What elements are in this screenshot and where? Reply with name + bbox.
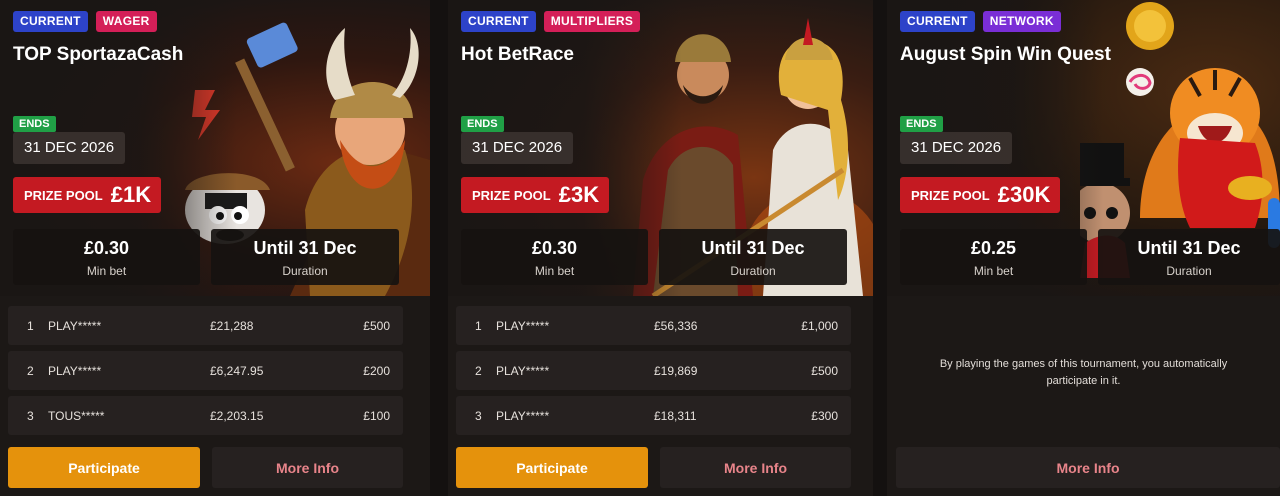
prize-pool-label: PRIZE POOL <box>24 187 103 203</box>
min-bet-value: £0.30 <box>83 238 130 258</box>
prize-pool-label: PRIZE POOL <box>472 187 551 203</box>
rank: 1 <box>27 319 34 333</box>
player-name: PLAY***** <box>496 409 550 423</box>
tournament-card-sportazacash[interactable]: CURRENT WAGER TOP SportazaCash ENDS 31 D… <box>0 0 430 496</box>
player-prize: £500 <box>363 319 390 333</box>
player-prize: £100 <box>363 409 390 423</box>
min-bet-label: Min bet <box>86 264 127 278</box>
tag-current: CURRENT <box>461 11 536 32</box>
duration-stat: Until 31 Dec Duration <box>659 229 847 285</box>
player-name: TOUS***** <box>48 409 105 423</box>
ends-date: 31 DEC 2026 <box>461 132 574 164</box>
table-row: 3 PLAY***** £18,311 £300 <box>456 396 851 435</box>
table-row: 2 PLAY***** £19,869 £500 <box>456 351 851 390</box>
rank: 3 <box>27 409 34 423</box>
leaderboard: 1 PLAY***** £21,288 £500 2 PLAY***** £6,… <box>8 306 403 441</box>
duration-label: Duration <box>730 264 776 278</box>
rank: 2 <box>475 364 482 378</box>
min-bet-label: Min bet <box>534 264 575 278</box>
prize-pool-value: £1K <box>110 182 152 207</box>
table-row: 1 PLAY***** £21,288 £500 <box>8 306 403 345</box>
duration-stat: Until 31 Dec Duration <box>211 229 399 285</box>
leaderboard: 1 PLAY***** £56,336 £1,000 2 PLAY***** £… <box>456 306 851 441</box>
player-prize: £200 <box>363 364 390 378</box>
min-bet-stat: £0.25 Min bet <box>900 229 1087 285</box>
min-bet-value: £0.30 <box>531 238 578 258</box>
prize-pool-value: £30K <box>997 182 1051 207</box>
min-bet-value: £0.25 <box>970 238 1017 258</box>
ends-badge: ENDS <box>13 116 56 132</box>
player-name: PLAY***** <box>48 364 102 378</box>
more-info-button[interactable]: More Info <box>212 447 403 488</box>
duration-stat: Until 31 Dec Duration <box>1098 229 1280 285</box>
prize-pool-label: PRIZE POOL <box>911 187 990 203</box>
rank: 3 <box>475 409 482 423</box>
player-name: PLAY***** <box>496 364 550 378</box>
tag-wager: WAGER <box>95 11 157 32</box>
auto-participation-text: By playing the games of this tournament,… <box>939 358 1228 387</box>
duration-value: Until 31 Dec <box>701 238 805 258</box>
prize-pool-badge: PRIZE POOL £3K <box>461 177 610 213</box>
table-row: 2 PLAY***** £6,247.95 £200 <box>8 351 403 390</box>
duration-label: Duration <box>1166 264 1212 278</box>
tag-list: CURRENT NETWORK <box>900 11 1061 32</box>
player-score: £6,247.95 <box>210 364 264 378</box>
tag-list: CURRENT WAGER <box>13 11 157 32</box>
player-name: PLAY***** <box>496 319 550 333</box>
prize-pool-badge: PRIZE POOL £30K <box>900 177 1061 213</box>
card-title: Hot BetRace <box>461 44 574 65</box>
player-score: £2,203.15 <box>210 409 264 423</box>
tag-current: CURRENT <box>13 11 88 32</box>
duration-label: Duration <box>282 264 328 278</box>
tag-multipliers: MULTIPLIERS <box>543 11 641 32</box>
table-row: 1 PLAY***** £56,336 £1,000 <box>456 306 851 345</box>
player-score: £21,288 <box>210 319 254 333</box>
table-row: 3 TOUS***** £2,203.15 £100 <box>8 396 403 435</box>
duration-value: Until 31 Dec <box>253 238 357 258</box>
min-bet-stat: £0.30 Min bet <box>13 229 200 285</box>
player-prize: £500 <box>811 364 838 378</box>
min-bet-label: Min bet <box>973 264 1014 278</box>
card-title: August Spin Win Quest <box>900 44 1111 65</box>
prize-pool-badge: PRIZE POOL £1K <box>13 177 162 213</box>
card-title: TOP SportazaCash <box>13 44 184 65</box>
tag-list: CURRENT MULTIPLIERS <box>461 11 641 32</box>
rank: 2 <box>27 364 34 378</box>
more-info-button[interactable]: More Info <box>896 447 1280 488</box>
ends-badge: ENDS <box>900 116 943 132</box>
more-info-button[interactable]: More Info <box>660 447 851 488</box>
ends-date: 31 DEC 2026 <box>900 132 1013 164</box>
player-prize: £1,000 <box>801 319 838 333</box>
prize-pool-value: £3K <box>558 182 600 207</box>
ends-badge: ENDS <box>461 116 504 132</box>
participate-button[interactable]: Participate <box>8 447 200 488</box>
tag-network: NETWORK <box>982 11 1061 32</box>
player-score: £18,311 <box>654 409 697 423</box>
player-prize: £300 <box>811 409 838 423</box>
min-bet-stat: £0.30 Min bet <box>461 229 648 285</box>
duration-value: Until 31 Dec <box>1137 238 1241 258</box>
player-score: £19,869 <box>654 364 698 378</box>
player-score: £56,336 <box>654 319 698 333</box>
rank: 1 <box>475 319 482 333</box>
ends-date: 31 DEC 2026 <box>13 132 126 164</box>
tournament-card-august-spin-win-quest[interactable]: CURRENT NETWORK August Spin Win Quest EN… <box>887 0 1280 496</box>
tournament-card-hot-betrace[interactable]: CURRENT MULTIPLIERS Hot BetRace ENDS 31 … <box>448 0 873 496</box>
tag-current: CURRENT <box>900 11 975 32</box>
participate-button[interactable]: Participate <box>456 447 648 488</box>
player-name: PLAY***** <box>48 319 102 333</box>
